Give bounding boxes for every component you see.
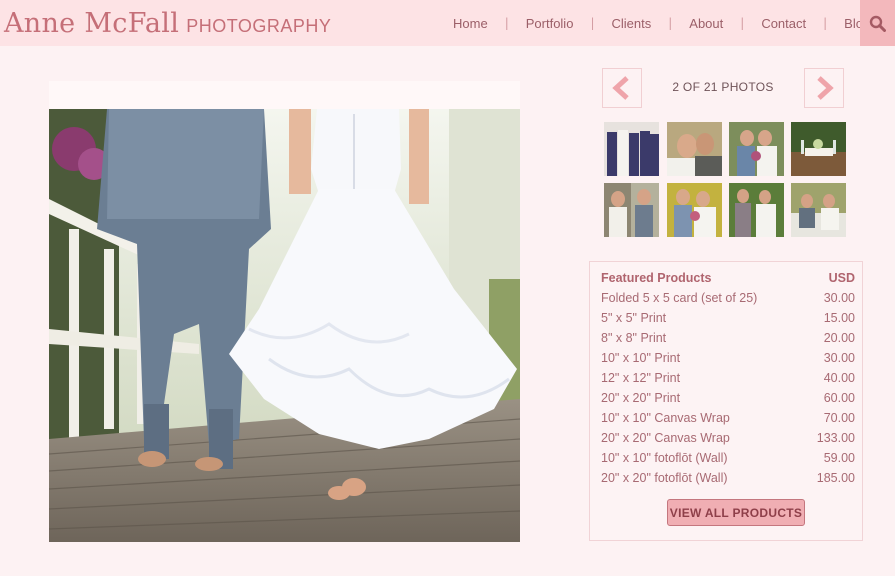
wedding-couple-photo — [49, 109, 520, 542]
product-price: 15.00 — [823, 311, 855, 325]
nav-clients[interactable]: Clients — [602, 16, 660, 31]
product-row[interactable]: 10" x 10" fotoflōt (Wall) 59.00 — [601, 449, 855, 467]
nav-separator: | — [740, 16, 745, 30]
chevron-left-icon — [612, 76, 629, 100]
thumbnail-image — [791, 122, 846, 176]
product-row[interactable]: 10" x 10" Canvas Wrap 70.00 — [601, 409, 855, 427]
product-row[interactable]: Folded 5 x 5 card (set of 25) 30.00 — [601, 289, 855, 307]
thumbnail-image — [667, 183, 722, 237]
previous-photo-button[interactable] — [602, 68, 642, 108]
product-name: 20" x 20" Canvas Wrap — [601, 431, 730, 445]
product-row[interactable]: 8" x 8" Print 20.00 — [601, 329, 855, 347]
search-button[interactable] — [860, 0, 895, 46]
products-header-label: Featured Products — [601, 271, 712, 285]
featured-products-panel: Featured Products USD Folded 5 x 5 card … — [589, 261, 863, 541]
product-row[interactable]: 12" x 12" Print 40.00 — [601, 369, 855, 387]
main-nav: Home | Portfolio | Clients | About | Con… — [444, 0, 879, 46]
product-name: 20" x 20" fotoflōt (Wall) — [601, 471, 728, 485]
products-header: Featured Products USD — [601, 269, 855, 287]
product-row[interactable]: 20" x 20" Canvas Wrap 133.00 — [601, 429, 855, 447]
search-icon — [869, 15, 886, 32]
thumbnail[interactable] — [667, 183, 722, 237]
nav-home[interactable]: Home — [444, 16, 497, 31]
thumbnail-image — [604, 122, 659, 176]
product-row[interactable]: 20" x 20" fotoflōt (Wall) 185.00 — [601, 469, 855, 487]
thumbnail[interactable] — [604, 122, 659, 176]
thumbnail-image — [791, 183, 846, 237]
product-name: 10" x 10" Print — [601, 351, 681, 365]
product-row[interactable]: 5" x 5" Print 15.00 — [601, 309, 855, 327]
thumbnail[interactable] — [791, 183, 846, 237]
site-header: Anne McFall PHOTOGRAPHY Home | Portfolio… — [0, 0, 895, 46]
thumbnail-image — [729, 122, 784, 176]
nav-portfolio[interactable]: Portfolio — [517, 16, 583, 31]
product-name: 8" x 8" Print — [601, 331, 667, 345]
product-name: 5" x 5" Print — [601, 311, 667, 325]
chevron-right-icon — [817, 76, 834, 100]
product-price: 60.00 — [823, 391, 855, 405]
product-price: 40.00 — [823, 371, 855, 385]
product-name: 20" x 20" Print — [601, 391, 681, 405]
brand-tagline: PHOTOGRAPHY — [186, 16, 332, 36]
product-price: 30.00 — [823, 351, 855, 365]
thumbnail[interactable] — [729, 122, 784, 176]
product-row[interactable]: 20" x 20" Print 60.00 — [601, 389, 855, 407]
view-all-products-button[interactable]: VIEW ALL PRODUCTS — [667, 499, 805, 526]
gallery-nav: 2 OF 21 PHOTOS — [602, 68, 844, 108]
thumbnail-image — [604, 183, 659, 237]
product-price: 30.00 — [823, 291, 855, 305]
product-price: 20.00 — [823, 331, 855, 345]
next-photo-button[interactable] — [804, 68, 844, 108]
product-name: 12" x 12" Print — [601, 371, 681, 385]
thumbnail[interactable] — [667, 122, 722, 176]
product-price: 185.00 — [816, 471, 855, 485]
product-row[interactable]: 10" x 10" Print 30.00 — [601, 349, 855, 367]
nav-separator: | — [668, 16, 673, 30]
nav-separator: | — [504, 16, 509, 30]
product-price: 59.00 — [823, 451, 855, 465]
nav-contact[interactable]: Contact — [752, 16, 815, 31]
product-name: 10" x 10" Canvas Wrap — [601, 411, 730, 425]
photo-count-label: 2 OF 21 PHOTOS — [672, 80, 774, 94]
thumbnail-image — [667, 122, 722, 176]
main-photo[interactable] — [49, 109, 520, 542]
thumbnail[interactable] — [729, 183, 784, 237]
nav-separator: | — [823, 16, 828, 30]
photo-frame — [49, 81, 520, 542]
brand-name: Anne McFall — [4, 8, 180, 39]
thumbnail[interactable] — [791, 122, 846, 176]
nav-separator: | — [590, 16, 595, 30]
product-name: 10" x 10" fotoflōt (Wall) — [601, 451, 728, 465]
nav-about[interactable]: About — [680, 16, 732, 31]
product-price: 70.00 — [823, 411, 855, 425]
thumbnail[interactable] — [604, 183, 659, 237]
site-logo[interactable]: Anne McFall PHOTOGRAPHY — [4, 8, 331, 44]
product-name: Folded 5 x 5 card (set of 25) — [601, 291, 758, 305]
currency-label: USD — [828, 271, 855, 285]
product-price: 133.00 — [816, 431, 855, 445]
thumbnail-image — [729, 183, 784, 237]
